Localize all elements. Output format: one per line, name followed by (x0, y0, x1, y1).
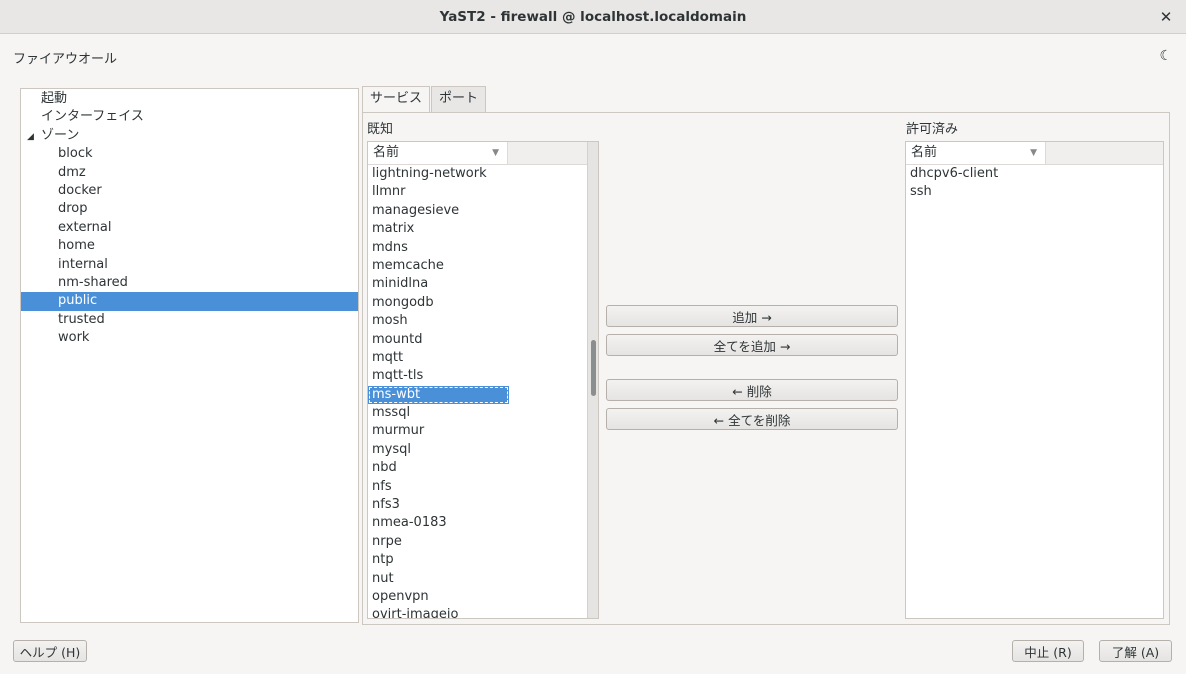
known-list-header: 名前 ▼ (368, 142, 598, 165)
zone-list: block dmz docker drop external home internal nm… (21, 145, 358, 347)
list-item[interactable]: ms-wbt (368, 385, 509, 405)
list-item[interactable]: nut (368, 570, 598, 588)
title-bar: YaST2 - firewall @ localhost.localdomain… (0, 0, 1186, 34)
sort-down-icon: ▼ (492, 148, 499, 158)
add-button[interactable]: 追加 → (606, 305, 898, 327)
known-label: 既知 (367, 122, 394, 137)
allowed-label: 許可済み (906, 122, 959, 137)
list-item[interactable]: mqtt (368, 349, 598, 367)
tree-item-zones-label: ゾーン (41, 127, 80, 143)
list-item[interactable]: mosh (368, 312, 598, 330)
page-title: ファイアウオール (13, 52, 118, 67)
tree-item-interfaces[interactable]: インターフェイス (21, 108, 358, 126)
help-button[interactable]: ヘルプ (H) (13, 640, 87, 662)
list-item[interactable]: ssh (906, 183, 1163, 201)
known-rows: lightning-network llmnr managesieve matrix m… (368, 165, 598, 618)
allowed-name-column-label: 名前 (911, 145, 938, 160)
tree-item-startup[interactable]: 起動 (21, 90, 358, 108)
list-item[interactable]: ovirt-imageio (368, 606, 598, 618)
list-item[interactable]: mongodb (368, 294, 598, 312)
list-item[interactable]: nrpe (368, 533, 598, 551)
vertical-scrollbar[interactable] (587, 142, 598, 618)
sort-down-icon: ▼ (1030, 148, 1037, 158)
tree-item-zone[interactable]: block (21, 145, 358, 163)
tab-services[interactable]: サービス (362, 86, 431, 114)
tree-item-zone[interactable]: nm-shared (21, 274, 358, 292)
navigation-tree[interactable]: 起動 インターフェイス ◢ ゾーン block dmz docker drop exter… (20, 88, 359, 623)
cancel-button[interactable]: 中止 (R) (1012, 640, 1084, 662)
known-services-list[interactable]: 名前 ▼ lightning-network llmnr managesieve ma… (367, 141, 599, 619)
tab-bar: サービス ポート (362, 86, 487, 114)
list-item[interactable]: nbd (368, 459, 598, 477)
list-item[interactable]: openvpn (368, 588, 598, 606)
allowed-name-column[interactable]: 名前 ▼ (906, 142, 1046, 164)
tree-item-zone[interactable]: internal (21, 256, 358, 274)
tree-item-zone[interactable]: dmz (21, 164, 358, 182)
list-item[interactable]: memcache (368, 257, 598, 275)
known-name-column[interactable]: 名前 ▼ (368, 142, 508, 164)
tree-item-zone[interactable]: public (21, 292, 358, 311)
tree-item-zone[interactable]: docker (21, 182, 358, 200)
allowed-list-header: 名前 ▼ (906, 142, 1163, 165)
remove-all-button[interactable]: ← 全てを削除 (606, 408, 898, 430)
list-item[interactable]: nfs (368, 478, 598, 496)
list-item[interactable]: llmnr (368, 183, 598, 201)
list-item[interactable]: minidlna (368, 275, 598, 293)
close-icon[interactable]: ✕ (1156, 7, 1176, 27)
scrollbar-thumb[interactable] (591, 340, 596, 396)
tree-item-zone[interactable]: external (21, 219, 358, 237)
add-all-button[interactable]: 全てを追加 → (606, 334, 898, 356)
moon-icon: ☾ (1159, 48, 1172, 64)
list-item[interactable]: mountd (368, 331, 598, 349)
list-item[interactable]: lightning-network (368, 165, 598, 183)
list-item[interactable]: matrix (368, 220, 598, 238)
allowed-services-list[interactable]: 名前 ▼ dhcpv6-client ssh (905, 141, 1164, 619)
list-item[interactable]: mysql (368, 441, 598, 459)
remove-button[interactable]: ← 削除 (606, 379, 898, 401)
window-title: YaST2 - firewall @ localhost.localdomain (439, 8, 747, 25)
tree-item-zone[interactable]: drop (21, 200, 358, 218)
tree-item-zone[interactable]: home (21, 237, 358, 255)
tree-item-zone[interactable]: trusted (21, 311, 358, 329)
list-item[interactable]: ntp (368, 551, 598, 569)
list-item[interactable]: mssql (368, 404, 598, 422)
list-item[interactable]: nmea-0183 (368, 514, 598, 532)
allowed-rows: dhcpv6-client ssh (906, 165, 1163, 202)
list-item[interactable]: nfs3 (368, 496, 598, 514)
list-item[interactable]: mqtt-tls (368, 367, 598, 385)
tree-item-zone[interactable]: work (21, 329, 358, 347)
list-item[interactable]: mdns (368, 239, 598, 257)
tree-item-zones[interactable]: ◢ ゾーン (21, 127, 358, 145)
tab-ports[interactable]: ポート (431, 86, 487, 113)
known-name-column-label: 名前 (373, 145, 400, 160)
list-item[interactable]: dhcpv6-client (906, 165, 1163, 183)
list-item[interactable]: murmur (368, 422, 598, 440)
ok-button[interactable]: 了解 (A) (1099, 640, 1172, 662)
list-item[interactable]: managesieve (368, 202, 598, 220)
expand-arrow-icon[interactable]: ◢ (27, 128, 41, 146)
